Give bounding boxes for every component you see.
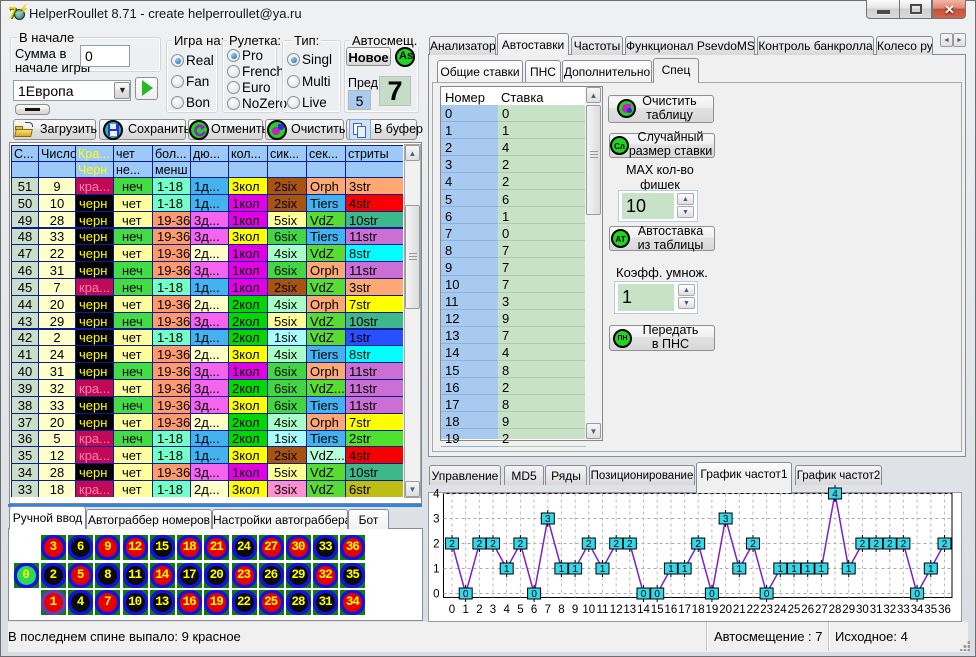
svg-text:27: 27 <box>815 604 828 616</box>
svg-text:12: 12 <box>610 604 623 616</box>
svg-text:34: 34 <box>911 604 924 616</box>
svg-text:1: 1 <box>791 564 797 575</box>
svg-text:3: 3 <box>723 514 729 525</box>
svg-text:2: 2 <box>613 539 619 550</box>
svg-text:25: 25 <box>788 604 801 616</box>
svg-text:9: 9 <box>572 604 578 616</box>
svg-text:18: 18 <box>692 604 705 616</box>
svg-text:4: 4 <box>832 489 838 500</box>
svg-text:1: 1 <box>805 564 811 575</box>
svg-text:0: 0 <box>433 589 439 601</box>
svg-text:1: 1 <box>819 564 825 575</box>
svg-text:3: 3 <box>490 604 496 616</box>
svg-text:1: 1 <box>572 564 578 575</box>
svg-text:3: 3 <box>545 514 551 525</box>
svg-text:32: 32 <box>883 604 896 616</box>
svg-text:2: 2 <box>490 539 496 550</box>
svg-text:0: 0 <box>463 589 469 600</box>
svg-text:1: 1 <box>504 564 510 575</box>
svg-text:1: 1 <box>668 564 674 575</box>
svg-text:31: 31 <box>870 604 883 616</box>
svg-text:1: 1 <box>559 564 565 575</box>
svg-text:2: 2 <box>750 539 756 550</box>
svg-text:1: 1 <box>778 564 784 575</box>
svg-text:0: 0 <box>531 589 537 600</box>
svg-text:29: 29 <box>842 604 855 616</box>
svg-text:2: 2 <box>942 539 948 550</box>
svg-text:2: 2 <box>860 539 866 550</box>
svg-text:0: 0 <box>709 589 715 600</box>
svg-text:1: 1 <box>737 564 743 575</box>
svg-text:0: 0 <box>449 604 455 616</box>
svg-text:2: 2 <box>887 539 893 550</box>
svg-text:15: 15 <box>651 604 664 616</box>
svg-text:19: 19 <box>706 604 719 616</box>
svg-text:24: 24 <box>774 604 787 616</box>
svg-text:7: 7 <box>545 604 551 616</box>
svg-text:17: 17 <box>678 604 691 616</box>
svg-text:1: 1 <box>462 604 468 616</box>
svg-text:1: 1 <box>600 564 606 575</box>
svg-text:2: 2 <box>873 539 879 550</box>
svg-text:0: 0 <box>641 589 647 600</box>
svg-text:0: 0 <box>914 589 920 600</box>
svg-text:2: 2 <box>477 539 483 550</box>
svg-text:13: 13 <box>623 604 636 616</box>
svg-text:2: 2 <box>586 539 592 550</box>
svg-text:2: 2 <box>476 604 482 616</box>
svg-text:0: 0 <box>764 589 770 600</box>
svg-text:2: 2 <box>433 539 439 551</box>
svg-text:2: 2 <box>901 539 907 550</box>
svg-text:35: 35 <box>924 604 937 616</box>
svg-text:2: 2 <box>627 539 633 550</box>
svg-text:2: 2 <box>518 539 524 550</box>
svg-text:20: 20 <box>719 604 732 616</box>
svg-text:2: 2 <box>695 539 701 550</box>
svg-text:10: 10 <box>582 604 595 616</box>
svg-text:4: 4 <box>433 489 440 501</box>
svg-text:1: 1 <box>433 564 439 576</box>
svg-text:1: 1 <box>846 564 852 575</box>
svg-text:22: 22 <box>747 604 760 616</box>
svg-text:11: 11 <box>597 604 609 616</box>
svg-text:14: 14 <box>637 604 650 616</box>
svg-text:3: 3 <box>433 514 439 526</box>
svg-text:1: 1 <box>682 564 688 575</box>
svg-text:33: 33 <box>897 604 910 616</box>
svg-text:0: 0 <box>654 589 660 600</box>
svg-text:6: 6 <box>531 604 537 616</box>
svg-text:4: 4 <box>503 604 510 616</box>
svg-text:1: 1 <box>928 564 934 575</box>
svg-text:16: 16 <box>665 604 678 616</box>
svg-text:26: 26 <box>801 604 814 616</box>
svg-text:28: 28 <box>829 604 842 616</box>
svg-text:23: 23 <box>760 604 773 616</box>
svg-text:30: 30 <box>856 604 869 616</box>
svg-text:21: 21 <box>733 604 746 616</box>
svg-text:8: 8 <box>558 604 564 616</box>
svg-text:36: 36 <box>938 604 951 616</box>
svg-text:2: 2 <box>449 539 455 550</box>
svg-text:5: 5 <box>517 604 523 616</box>
